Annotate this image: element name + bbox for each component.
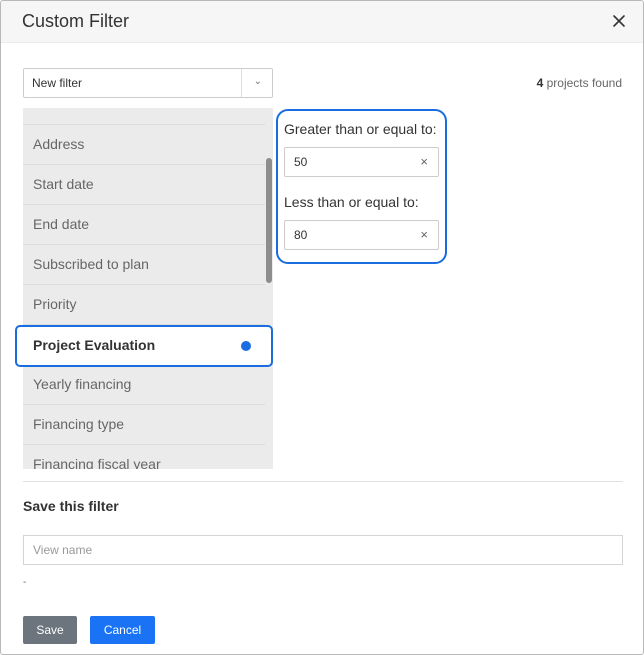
save-button[interactable]: Save xyxy=(23,616,77,644)
dialog-title: Custom Filter xyxy=(22,11,130,31)
filter-select[interactable]: New filter ⌄ xyxy=(23,68,273,98)
section-divider xyxy=(23,481,623,482)
save-filter-title: Save this filter xyxy=(23,498,119,514)
field-item-label: Financing type xyxy=(33,416,125,432)
filter-select-value: New filter xyxy=(32,76,83,90)
field-item-label: Financing fiscal year xyxy=(33,456,161,469)
field-item-label: End date xyxy=(33,216,90,232)
selected-indicator-dot xyxy=(241,341,251,351)
field-item-start-date[interactable]: Start date xyxy=(23,164,265,204)
close-icon[interactable] xyxy=(611,13,627,29)
field-item-selected[interactable]: Project Evaluation xyxy=(15,325,273,367)
field-item-financing-fiscal-year[interactable]: Financing fiscal year xyxy=(23,444,265,469)
dialog-header: Custom Filter xyxy=(1,1,643,43)
projects-found-count: 4 projects found xyxy=(537,76,622,90)
field-item-priority[interactable]: Priority xyxy=(23,284,265,324)
filter-select-divider xyxy=(241,69,242,97)
field-item-label: Priority xyxy=(33,296,77,312)
max-value-label: Less than or equal to: xyxy=(284,194,419,210)
field-item-yearly-financing[interactable]: Yearly financing xyxy=(23,364,265,404)
helper-text: - xyxy=(23,577,27,588)
min-value-text: 50 xyxy=(294,155,308,169)
selected-field-label: Project Evaluation xyxy=(33,337,156,353)
custom-filter-dialog: Custom Filter New filter ⌄ 4 projects fo… xyxy=(0,0,644,655)
field-list-scrollbar[interactable] xyxy=(266,158,272,283)
min-value-label: Greater than or equal to: xyxy=(284,121,437,137)
cancel-button[interactable]: Cancel xyxy=(90,616,155,644)
max-value-text: 80 xyxy=(294,228,308,242)
field-item-label: Subscribed to plan xyxy=(33,256,149,272)
field-item-label: Address xyxy=(33,136,85,152)
clear-min-icon[interactable]: × xyxy=(420,154,428,169)
projects-found-label: projects found xyxy=(543,76,622,90)
field-item-label: Yearly financing xyxy=(33,376,132,392)
field-list[interactable]: Address Start date End date Subscribed t… xyxy=(23,108,273,469)
max-value-input[interactable]: 80 × xyxy=(284,220,439,250)
field-item-label: Start date xyxy=(33,176,94,192)
range-filter-panel: Greater than or equal to: 50 × Less than… xyxy=(276,109,447,264)
field-item-address[interactable]: Address xyxy=(23,124,265,164)
field-item-subscribed-to-plan[interactable]: Subscribed to plan xyxy=(23,244,265,284)
chevron-down-icon[interactable]: ⌄ xyxy=(254,76,262,87)
min-value-input[interactable]: 50 × xyxy=(284,147,439,177)
field-item-financing-type[interactable]: Financing type xyxy=(23,404,265,444)
clear-max-icon[interactable]: × xyxy=(420,227,428,242)
field-item-end-date[interactable]: End date xyxy=(23,204,265,244)
view-name-input[interactable] xyxy=(23,535,623,565)
